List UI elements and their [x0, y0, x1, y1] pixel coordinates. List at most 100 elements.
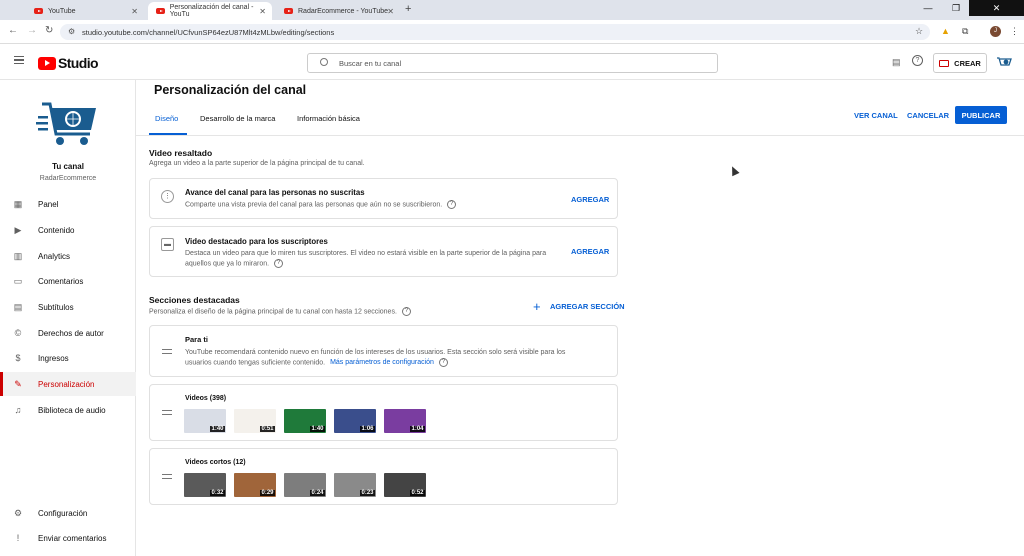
- channel-logo[interactable]: [36, 98, 100, 150]
- add-icon[interactable]: +: [533, 300, 541, 313]
- sidebar-item-content[interactable]: ▶ Contenido: [0, 218, 136, 242]
- browser-tab-youtube[interactable]: YouTube ✕: [26, 2, 144, 20]
- add-trailer-button[interactable]: AGREGAR: [571, 195, 609, 204]
- sidebar-item-comments[interactable]: ▭ Comentarios: [0, 269, 136, 293]
- video-thumbnail[interactable]: 0:51: [234, 409, 276, 433]
- video-duration: 0:51: [259, 426, 275, 432]
- publish-button[interactable]: PUBLICAR: [955, 106, 1007, 124]
- close-tab-icon[interactable]: ✕: [259, 7, 266, 16]
- help-icon[interactable]: ?: [447, 200, 457, 209]
- sidebar-item-earn[interactable]: $ Ingresos: [0, 346, 136, 370]
- help-icon[interactable]: ?: [438, 358, 448, 367]
- view-channel-button[interactable]: VER CANAL: [854, 111, 898, 120]
- messages-icon[interactable]: ▤: [892, 57, 901, 68]
- tab-layout[interactable]: Diseño: [155, 114, 178, 123]
- sidebar-item-label: Derechos de autor: [38, 328, 104, 338]
- bookmark-star-icon[interactable]: ☆: [915, 26, 923, 37]
- drag-handle-icon[interactable]: [162, 410, 172, 415]
- channel-avatar-icon[interactable]: [996, 56, 1012, 68]
- restore-icon[interactable]: ❐: [942, 0, 970, 16]
- short-thumbnail[interactable]: 0:24: [284, 473, 326, 497]
- help-icon[interactable]: ?: [912, 55, 923, 66]
- video-thumbnail[interactable]: 1:06: [334, 409, 376, 433]
- short-duration: 0:32: [209, 490, 225, 496]
- magic-wand-icon: ✎: [14, 379, 22, 389]
- search-placeholder: Buscar en tu canal: [339, 58, 402, 68]
- studio-header: Studio Buscar en tu canal ▤ ? CREAR: [0, 44, 1024, 80]
- cancel-button[interactable]: CANCELAR: [907, 111, 949, 120]
- drag-handle-icon[interactable]: [162, 474, 172, 479]
- browser-tab-personalizacion[interactable]: Personalización del canal - YouTu ✕: [148, 2, 272, 20]
- sidebar-item-feedback[interactable]: ! Enviar comentarios: [0, 526, 136, 550]
- minimize-icon[interactable]: —: [914, 0, 942, 16]
- sidebar: Tu canal RadarEcommerce ▦ Panel ▶ Conten…: [0, 80, 136, 556]
- extensions-puzzle-icon[interactable]: ⧉: [962, 26, 968, 37]
- short-duration: 0:24: [309, 490, 325, 496]
- browser-menu-icon[interactable]: ⋮: [1010, 26, 1019, 37]
- featured-video-icon: ▬: [161, 238, 174, 251]
- channel-name: Tu canal: [52, 162, 84, 171]
- sidebar-item-audio-library[interactable]: ♫ Biblioteca de audio: [0, 398, 136, 422]
- video-thumbnail[interactable]: 1:40: [184, 409, 226, 433]
- close-tab-icon[interactable]: ✕: [387, 7, 394, 16]
- short-thumbnail[interactable]: 0:29: [234, 473, 276, 497]
- short-thumbnail[interactable]: 0:52: [384, 473, 426, 497]
- short-thumbnail[interactable]: 0:32: [184, 473, 226, 497]
- video-camera-icon: [939, 59, 950, 67]
- logo-text: Studio: [58, 55, 99, 71]
- help-icon[interactable]: ?: [401, 307, 411, 316]
- drag-handle-icon[interactable]: [162, 349, 172, 354]
- more-settings-link[interactable]: Más parámetros de configuración: [330, 359, 434, 366]
- tab-branding[interactable]: Desarrollo de la marca: [200, 114, 275, 123]
- card-description-text: Comparte una vista previa del canal para…: [185, 201, 443, 209]
- sidebar-item-panel[interactable]: ▦ Panel: [0, 192, 136, 216]
- hamburger-menu-icon[interactable]: [14, 56, 24, 64]
- content-icon: ▶: [14, 225, 22, 235]
- short-thumbnail[interactable]: 0:23: [334, 473, 376, 497]
- dollar-icon: $: [15, 353, 21, 363]
- settings-icon: ⚙: [13, 508, 23, 518]
- forward-icon[interactable]: →: [27, 25, 37, 36]
- section-for-you: Para ti YouTube recomendará contenido nu…: [149, 325, 618, 377]
- section-title: Videos cortos (12): [185, 459, 246, 466]
- back-icon[interactable]: ←: [8, 25, 18, 36]
- extension-icon[interactable]: ▲: [941, 26, 950, 36]
- video-duration: 1:06: [359, 426, 375, 432]
- dashboard-icon: ▦: [13, 199, 23, 209]
- sidebar-item-label: Panel: [38, 199, 59, 209]
- add-featured-button[interactable]: AGREGAR: [571, 247, 609, 256]
- add-section-button[interactable]: AGREGAR SECCIÓN: [550, 302, 625, 311]
- tab-label: RadarEcommerce - YouTube: [298, 7, 389, 15]
- analytics-icon: ▥: [13, 251, 23, 261]
- youtube-favicon-icon: [156, 8, 165, 14]
- url-field[interactable]: ⚙ studio.youtube.com/channel/UCfvunSP64e…: [60, 24, 930, 40]
- sidebar-item-label: Comentarios: [38, 276, 84, 286]
- video-thumbnail[interactable]: 1:04: [384, 409, 426, 433]
- close-window-icon[interactable]: ✕: [969, 0, 1024, 16]
- section-description-text: YouTube recomendará contenido nuevo en f…: [185, 349, 566, 356]
- video-duration: 1:40: [309, 426, 325, 432]
- studio-logo[interactable]: Studio: [38, 55, 99, 71]
- search-input[interactable]: Buscar en tu canal: [307, 53, 718, 73]
- card-title: Video destacado para los suscriptores: [185, 237, 328, 246]
- video-thumbnail[interactable]: 1:40: [284, 409, 326, 433]
- create-button[interactable]: CREAR: [933, 53, 987, 73]
- sidebar-item-copyright[interactable]: © Derechos de autor: [0, 321, 136, 345]
- browser-profile-avatar[interactable]: J: [990, 26, 1001, 37]
- search-icon: [320, 58, 328, 66]
- sidebar-item-settings[interactable]: ⚙ Configuración: [0, 501, 136, 525]
- new-tab-icon[interactable]: +: [405, 3, 411, 15]
- card-description: Destaca un video para que lo miren tus s…: [185, 249, 555, 269]
- sidebar-item-analytics[interactable]: ▥ Analytics: [0, 244, 136, 268]
- close-tab-icon[interactable]: ✕: [131, 7, 138, 16]
- sidebar-item-subtitles[interactable]: ▤ Subtítulos: [0, 295, 136, 319]
- create-label: CREAR: [954, 58, 981, 68]
- trailer-icon: ⋮: [161, 190, 174, 203]
- tab-basic-info[interactable]: Información básica: [297, 114, 360, 123]
- site-settings-icon[interactable]: ⚙: [68, 27, 75, 36]
- browser-tab-radarecommerce[interactable]: RadarEcommerce - YouTube ✕: [276, 2, 400, 20]
- help-icon[interactable]: ?: [274, 259, 284, 268]
- reload-icon[interactable]: ↻: [45, 25, 53, 36]
- sidebar-item-customization[interactable]: ✎ Personalización: [0, 372, 136, 396]
- video-duration: 1:04: [409, 426, 425, 432]
